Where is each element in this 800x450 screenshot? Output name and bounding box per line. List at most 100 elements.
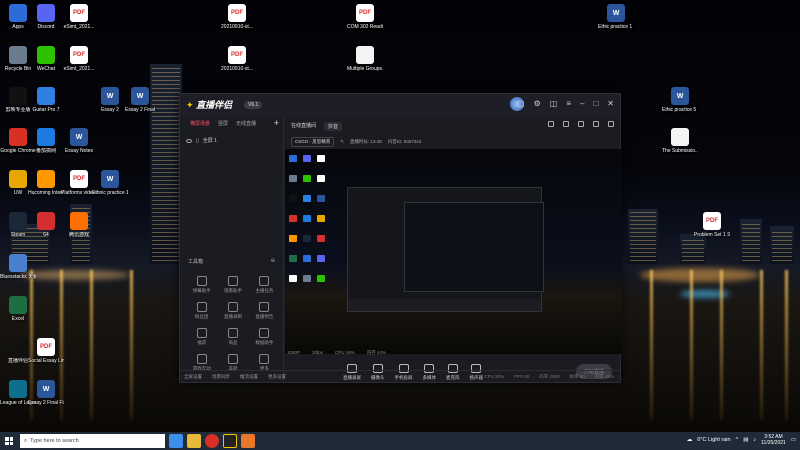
minimize-icon[interactable]: –: [580, 99, 584, 108]
plus-icon[interactable]: +: [274, 118, 279, 128]
desktop-icon[interactable]: PDF COM 302 Reading Re...: [347, 4, 383, 30]
preview-mini-icon: [303, 195, 311, 202]
preview-mini-icon: [303, 215, 311, 222]
edit-icon[interactable]: ✎: [340, 139, 344, 145]
desktop-icon[interactable]: Hucoming Interne...: [28, 170, 64, 196]
tool-icon: [259, 276, 270, 286]
taskbar-app-chrome[interactable]: [205, 434, 219, 448]
share-icon[interactable]: [608, 121, 614, 127]
volume-icon[interactable]: ♪: [753, 437, 756, 443]
network-icon[interactable]: ▤: [743, 437, 748, 443]
live-streaming-app-window[interactable]: ✦ 直播伴侣 V6.1 ▢ ⚙ ◫ ≡ – □ ✕ 横屏场景 竖屏 无线直播 +…: [179, 93, 622, 383]
desktop-icon[interactable]: Multiple Groups...: [347, 46, 383, 72]
tab-wireless[interactable]: 无线直播: [236, 120, 256, 127]
preview-panel: 在线直播间 抖音 CSGO - 反恐精英 ✎ 直播时长: 13:48 抖音ID:…: [285, 116, 622, 382]
toolbox-item[interactable]: 主播任务: [249, 276, 280, 294]
clock[interactable]: 3:52 AM 11/25/2021: [761, 434, 786, 446]
stream-preview[interactable]: [285, 149, 622, 354]
stream-title: 直播时长: 13:48: [350, 139, 382, 144]
desktop-icon[interactable]: WeChat: [28, 46, 64, 72]
toolbox-item[interactable]: 弹幕助手: [186, 276, 217, 294]
word-document-icon: W: [70, 128, 88, 146]
message-icon[interactable]: ▢: [517, 99, 525, 108]
desktop-icon[interactable]: W Essay 2 Final Final: [28, 380, 64, 406]
app-icon: [9, 170, 27, 188]
toolbox-item-label: 主播任务: [255, 288, 274, 293]
start-button[interactable]: [0, 432, 18, 450]
taskbar-search-box[interactable]: ⌕ Type here to search: [20, 434, 165, 448]
lock-icon[interactable]: ▯: [196, 138, 199, 144]
desktop-icon[interactable]: PDF Social Essay Lines...: [28, 338, 64, 364]
notification-icon[interactable]: ▭: [791, 437, 796, 443]
taskbar-app-mail[interactable]: [169, 434, 183, 448]
desktop-icon-label: Essay 2 Final Final: [28, 400, 64, 406]
toolbox-item[interactable]: 福袋: [186, 328, 217, 346]
desktop-icon[interactable]: Excel: [0, 296, 36, 322]
footer-item[interactable]: 场景同步: [212, 374, 230, 380]
tab-douyin[interactable]: 抖音: [324, 122, 343, 131]
settings-icon[interactable]: ⚙: [534, 99, 541, 108]
desktop-icon[interactable]: Guitar Pro 7: [28, 87, 64, 113]
desktop-icon[interactable]: W Essay 2 Final: [122, 87, 158, 113]
category-select[interactable]: CSGO - 反恐精英: [291, 137, 335, 147]
file-icon: [671, 128, 689, 146]
maximize-icon[interactable]: □: [593, 99, 598, 108]
desktop-icon[interactable]: 番茄搞网: [28, 128, 64, 154]
desktop-icon[interactable]: PDF 20210910-st...: [219, 46, 255, 72]
desktop-icon[interactable]: Discord: [28, 4, 64, 30]
collapse-icon[interactable]: ⊖: [271, 258, 275, 265]
desktop-icon[interactable]: W Ethic practice 1 Final: [598, 4, 634, 30]
search-icon: ⌕: [24, 437, 28, 444]
menu-icon[interactable]: ≡: [566, 99, 571, 108]
desktop-icon[interactable]: 64: [28, 212, 64, 238]
app-icon: [9, 46, 27, 64]
pdf-file-icon: PDF: [228, 46, 246, 64]
close-icon[interactable]: ✕: [607, 99, 614, 108]
desktop-icon[interactable]: Bluesstacks 天籁...: [0, 254, 36, 280]
footer-item[interactable]: 更多设置: [268, 374, 286, 380]
app-footer: 全屏设置 场景同步 推流设置 更多设置 CPU 22% FPS 60 码率 20…: [180, 370, 620, 382]
tab-portrait[interactable]: 竖屏: [218, 120, 228, 127]
desktop-icon[interactable]: W Ethic practice 5 111: [662, 87, 698, 113]
desktop-icon[interactable]: W Essay Notes: [61, 128, 97, 154]
wallpaper-reflection: [785, 270, 788, 420]
toolbox-item[interactable]: 观看助手: [217, 276, 248, 294]
desktop-icon-label: COM 302 Reading Re...: [347, 24, 383, 30]
word-document-icon: W: [37, 380, 55, 398]
toolbox-item[interactable]: 直播录制: [217, 302, 248, 320]
chevron-up-icon[interactable]: ^: [736, 437, 739, 443]
toolbox-item[interactable]: 粉丝团: [186, 302, 217, 320]
desktop-icon[interactable]: The Submissio...: [662, 128, 698, 154]
preview-mini-icon: [317, 255, 325, 262]
toolbox-item[interactable]: 直播预告: [249, 302, 280, 320]
layout-icon[interactable]: [548, 121, 554, 127]
desktop-icon[interactable]: W Ethnic practice 1...: [92, 170, 128, 196]
desktop-icon[interactable]: PDF eSimt_2021...: [61, 4, 97, 30]
bell-icon[interactable]: [593, 121, 599, 127]
desktop-icon[interactable]: 腾讯游戏: [61, 212, 97, 238]
desktop-icon[interactable]: PDF eSimt_2021...: [61, 46, 97, 72]
app-title-bar[interactable]: ✦ 直播伴侣 V6.1 ▢ ⚙ ◫ ≡ – □ ✕: [180, 94, 620, 116]
skin-icon[interactable]: ◫: [550, 99, 558, 108]
toolbox-item[interactable]: 数据助手: [249, 328, 280, 346]
scene-item[interactable]: ▯ 全屏 1: [180, 131, 283, 150]
pdf-file-icon: PDF: [356, 4, 374, 22]
lock-icon[interactable]: [563, 121, 569, 127]
tab-landscape[interactable]: 横屏场景: [190, 120, 210, 127]
footer-item[interactable]: 推流设置: [240, 374, 258, 380]
weather-icon[interactable]: ☁: [687, 437, 693, 443]
weather-text[interactable]: 6°C Light rain: [697, 437, 730, 443]
taskbar-app-streaming[interactable]: [223, 434, 237, 448]
desktop-icon-label: Essay Notes: [64, 148, 94, 154]
taskbar-app-files[interactable]: [187, 434, 201, 448]
desktop-icon[interactable]: PDF 20210910-st...: [219, 4, 255, 30]
fullscreen-icon[interactable]: [578, 121, 584, 127]
toolbox-item[interactable]: 商品: [217, 328, 248, 346]
desktop-icon[interactable]: PDF Problem Set 1 Solved: [694, 212, 730, 238]
wallpaper-glow: [640, 268, 760, 282]
footer-item[interactable]: 全屏设置: [184, 374, 202, 380]
eye-icon[interactable]: [186, 138, 192, 143]
tab-live-room[interactable]: 在线直播间: [291, 122, 316, 131]
wallpaper-building: [628, 209, 658, 264]
taskbar-app-orange[interactable]: [241, 434, 255, 448]
